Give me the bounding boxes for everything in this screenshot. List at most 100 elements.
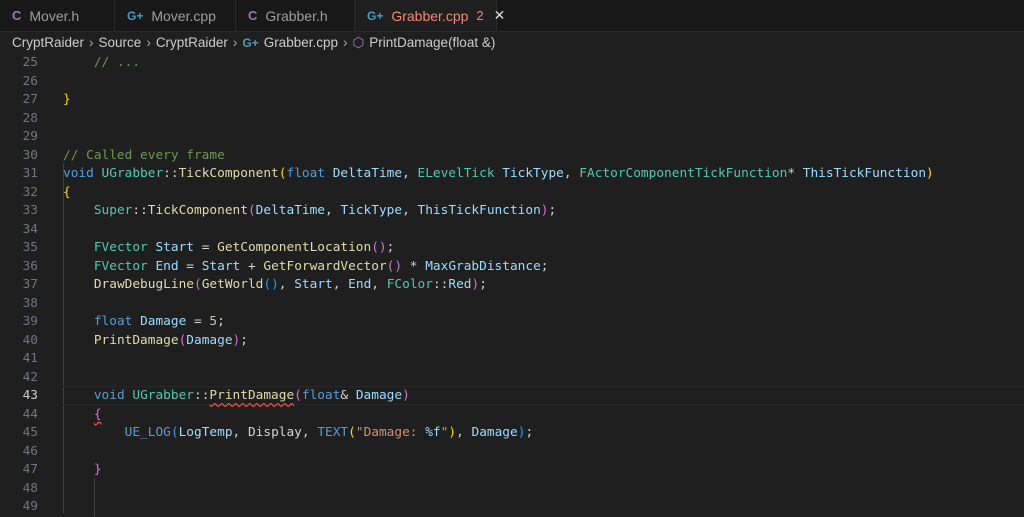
- code-line: 40 PrintDamage(Damage);: [0, 331, 1024, 350]
- line-code: void UGrabber::TickComponent(float Delta…: [63, 164, 934, 183]
- code-token: &: [340, 388, 356, 403]
- code-token: ;: [548, 203, 557, 218]
- code-token: 5: [209, 314, 218, 329]
- code-token: GetForwardVector: [263, 258, 387, 274]
- code-token: Display: [247, 425, 302, 440]
- code-token: {: [93, 406, 102, 422]
- line-number: 25: [22, 55, 38, 70]
- tab-grabber-cpp[interactable]: G+ Grabber.cpp 2 ✕: [355, 0, 505, 31]
- chevron-right-icon: ›: [342, 35, 348, 50]
- code-token: ;: [525, 425, 534, 440]
- code-token: End: [348, 277, 372, 292]
- chevron-right-icon: ›: [89, 35, 94, 50]
- line-number: 28: [22, 110, 38, 126]
- tab-label: Grabber.h: [265, 7, 328, 24]
- line-number: 26: [22, 73, 38, 89]
- code-token: ): [926, 166, 934, 181]
- code-line: 42: [0, 368, 1024, 387]
- code-token: Damage: [186, 332, 233, 348]
- line-number: 32: [22, 184, 38, 200]
- code-token: ,: [456, 425, 472, 440]
- code-token: TickComponent: [147, 203, 248, 218]
- code-line: 28: [0, 109, 1024, 128]
- code-token: ;: [217, 314, 225, 329]
- breadcrumb-item[interactable]: Grabber.cpp: [264, 35, 338, 50]
- line-number: 40: [22, 332, 38, 348]
- breadcrumb-item[interactable]: PrintDamage(float &): [369, 35, 495, 50]
- code-token: }: [63, 92, 71, 107]
- breadcrumb-item[interactable]: Source: [99, 35, 142, 50]
- tab-bar: C Mover.h G+ Mover.cpp C Grabber.h G+ Grabbe…: [0, 0, 1024, 32]
- code-token: Red: [448, 277, 472, 292]
- code-line: 45 UE_LOG(LogTemp, Display, TEXT("Damage…: [0, 423, 1024, 442]
- code-line: 36 FVector End = Start + GetForwardVecto…: [0, 257, 1024, 276]
- code-line: 47 }: [0, 460, 1024, 479]
- code-token: ,: [402, 166, 418, 181]
- line-number: 37: [22, 277, 38, 292]
- code-line: 27}: [0, 90, 1024, 109]
- code-token: FActorComponentTickFunction: [579, 166, 788, 181]
- method-cube-icon: ⬡: [352, 34, 365, 50]
- code-token: (: [294, 388, 302, 403]
- tab-mover-cpp[interactable]: G+ Mover.cpp: [115, 0, 236, 31]
- code-token: ): [540, 203, 549, 218]
- code-token: ,: [232, 425, 248, 440]
- close-tab-icon[interactable]: ✕: [494, 7, 506, 24]
- line-number: 33: [22, 203, 38, 218]
- code-token: ;: [386, 240, 395, 255]
- code-token: End: [155, 258, 179, 274]
- line-number: 48: [22, 480, 38, 496]
- chevron-right-icon: ›: [146, 35, 151, 50]
- code-token: }: [93, 462, 102, 477]
- line-number: 42: [22, 369, 38, 385]
- code-token: =: [178, 258, 202, 274]
- code-token: FVector: [93, 240, 156, 255]
- code-token: (): [371, 240, 387, 255]
- tab-grabber-h[interactable]: C Grabber.h: [236, 0, 355, 31]
- line-code: {: [63, 183, 71, 202]
- code-line: 33 Super::TickComponent(DeltaTime, TickT…: [0, 201, 1024, 220]
- line-number: 45: [22, 425, 38, 440]
- code-token: (: [348, 425, 356, 440]
- code-token: *: [787, 166, 803, 181]
- line-number: 30: [22, 147, 38, 163]
- tab-label: Grabber.cpp: [391, 7, 469, 24]
- code-token: Start: [294, 277, 333, 292]
- line-code: void UGrabber::PrintDamage(float& Damage…: [63, 386, 410, 405]
- code-line: 30 // Called every frame: [0, 146, 1024, 165]
- code-token: UGrabber: [101, 166, 164, 181]
- code-line: 34: [0, 220, 1024, 239]
- code-line: 37 DrawDebugLine(GetWorld(), Start, End,…: [0, 275, 1024, 294]
- code-token: void: [63, 166, 102, 181]
- line-code: }: [63, 90, 71, 109]
- code-token: =: [194, 240, 218, 255]
- code-token: DeltaTime: [255, 203, 326, 218]
- code-token: TickComponent: [178, 166, 279, 181]
- line-code: FVector End = Start + GetForwardVector()…: [63, 257, 549, 276]
- code-line: 48: [0, 479, 1024, 498]
- cpp-file-icon: G+: [127, 8, 144, 23]
- code-token: (: [170, 425, 179, 440]
- code-token: PrintDamage: [209, 388, 295, 403]
- breadcrumb-item[interactable]: CryptRaider: [12, 35, 84, 50]
- code-token: ,: [301, 425, 318, 440]
- code-line: 39 float Damage = 5;: [0, 312, 1024, 331]
- breadcrumb-item[interactable]: CryptRaider: [156, 35, 228, 50]
- code-token: FColor: [386, 277, 433, 292]
- line-code: DrawDebugLine(GetWorld(), Start, End, FC…: [63, 275, 487, 294]
- code-line: 25 // ...: [0, 53, 1024, 72]
- code-token: // ...: [93, 55, 141, 70]
- line-number: 43: [22, 388, 38, 403]
- tab-mover-h[interactable]: C Mover.h: [0, 0, 115, 31]
- line-code: {: [63, 405, 102, 424]
- code-token: FVector: [93, 258, 156, 274]
- code-token: DeltaTime: [332, 166, 403, 181]
- code-token: (: [247, 203, 256, 218]
- code-token: GetWorld: [201, 277, 264, 292]
